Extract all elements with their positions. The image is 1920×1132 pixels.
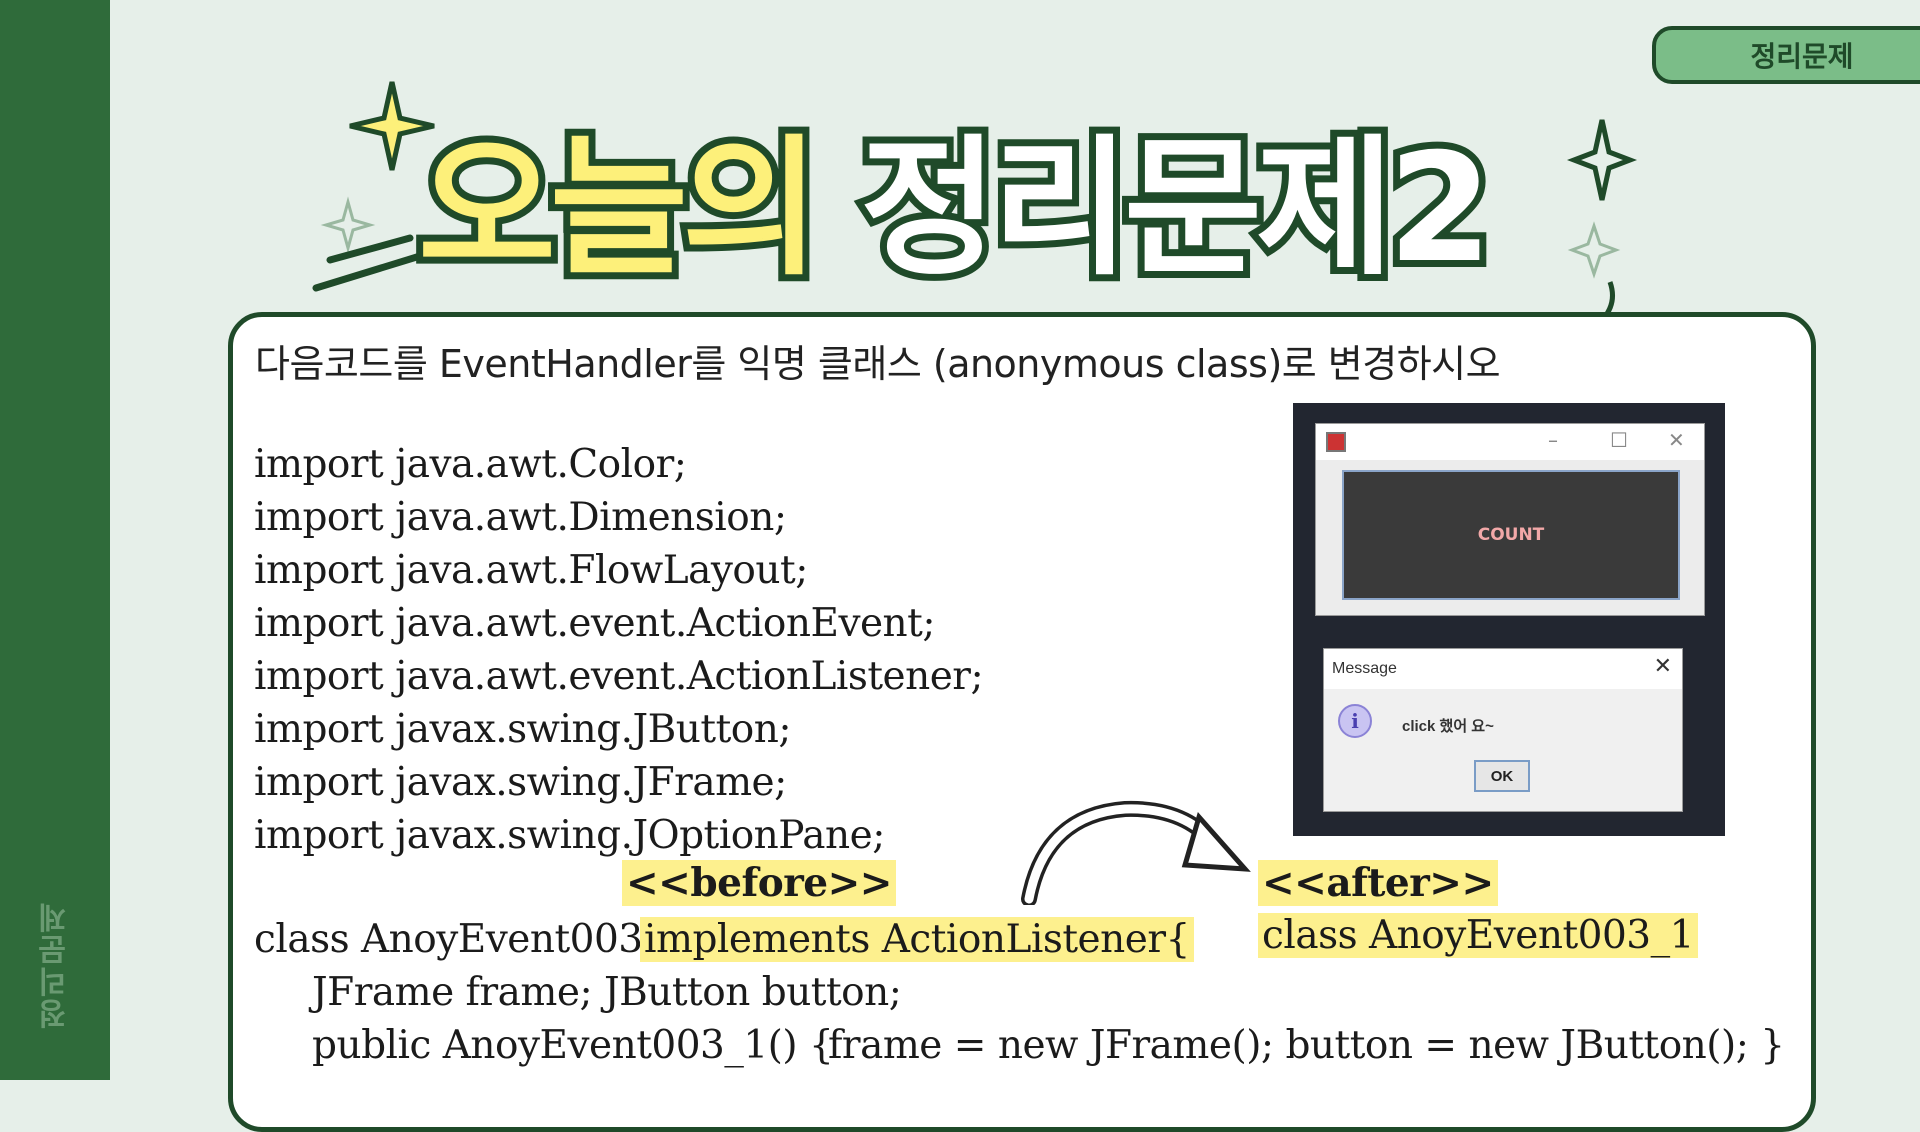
sparkle-icon [1567,221,1621,279]
message-titlebar: Message ✕ [1324,649,1682,689]
class-declaration: class AnoyEvent003_1 [254,917,686,962]
field-line: JFrame frame; JButton button; [312,970,902,1015]
minimize-icon[interactable]: – [1548,428,1558,452]
message-title: Message [1332,660,1397,677]
code-line: import java.awt.FlowLayout; [254,548,808,593]
sparkle-icon [1566,119,1638,201]
code-line: import javax.swing.JOptionPane; [254,813,885,858]
code-line: import javax.swing.JFrame; [254,760,787,805]
code-line: import java.awt.event.ActionEvent; [254,601,935,646]
code-line: import java.awt.event.ActionListener; [254,654,984,699]
info-icon: i [1338,704,1372,738]
ok-button[interactable]: OK [1474,760,1530,792]
code-line: import java.awt.Color; [254,442,687,487]
speed-line-icon [326,234,414,264]
count-button[interactable]: COUNT [1342,470,1680,600]
ctor-body: frame = new JFrame(); button = new JButt… [828,1023,1785,1068]
implements-clause: implements ActionListener{ [640,917,1194,962]
sparkle-icon [320,196,376,254]
screenshot-panel: – ☐ ✕ COUNT Message ✕ i click 했어 요~ OK [1293,403,1725,836]
title-part2: 정리문제2 [860,122,1486,296]
title-part1: 오늘의 [418,122,814,296]
ctor-line: public AnoyEvent003_1() { [312,1023,834,1068]
close-icon[interactable]: ✕ [1668,428,1685,452]
jframe-window: – ☐ ✕ COUNT [1315,423,1705,616]
section-tab[interactable]: 정리문제 [1652,26,1920,84]
jframe-titlebar: – ☐ ✕ [1316,424,1704,460]
before-tag: <<before>> [622,860,896,906]
message-text: click 했어 요~ [1402,718,1494,735]
code-line: import javax.swing.JButton; [254,707,791,752]
maximize-icon[interactable]: ☐ [1610,428,1628,452]
side-label: 정리문제 [38,901,73,1029]
code-line: import java.awt.Dimension; [254,495,787,540]
title-graphic: 오늘의 정리문제2 [312,81,1638,320]
after-tag: <<after>> [1258,860,1498,906]
after-class-declaration: class AnoyEvent003_1 [1258,913,1698,958]
instruction-text: 다음코드를 EventHandler를 익명 클래스 (anonymous cl… [255,342,1501,386]
close-icon[interactable]: ✕ [1654,654,1672,679]
java-app-icon [1326,432,1346,452]
curved-arrow-icon [1021,800,1251,905]
message-dialog: Message ✕ i click 했어 요~ OK [1323,648,1683,812]
